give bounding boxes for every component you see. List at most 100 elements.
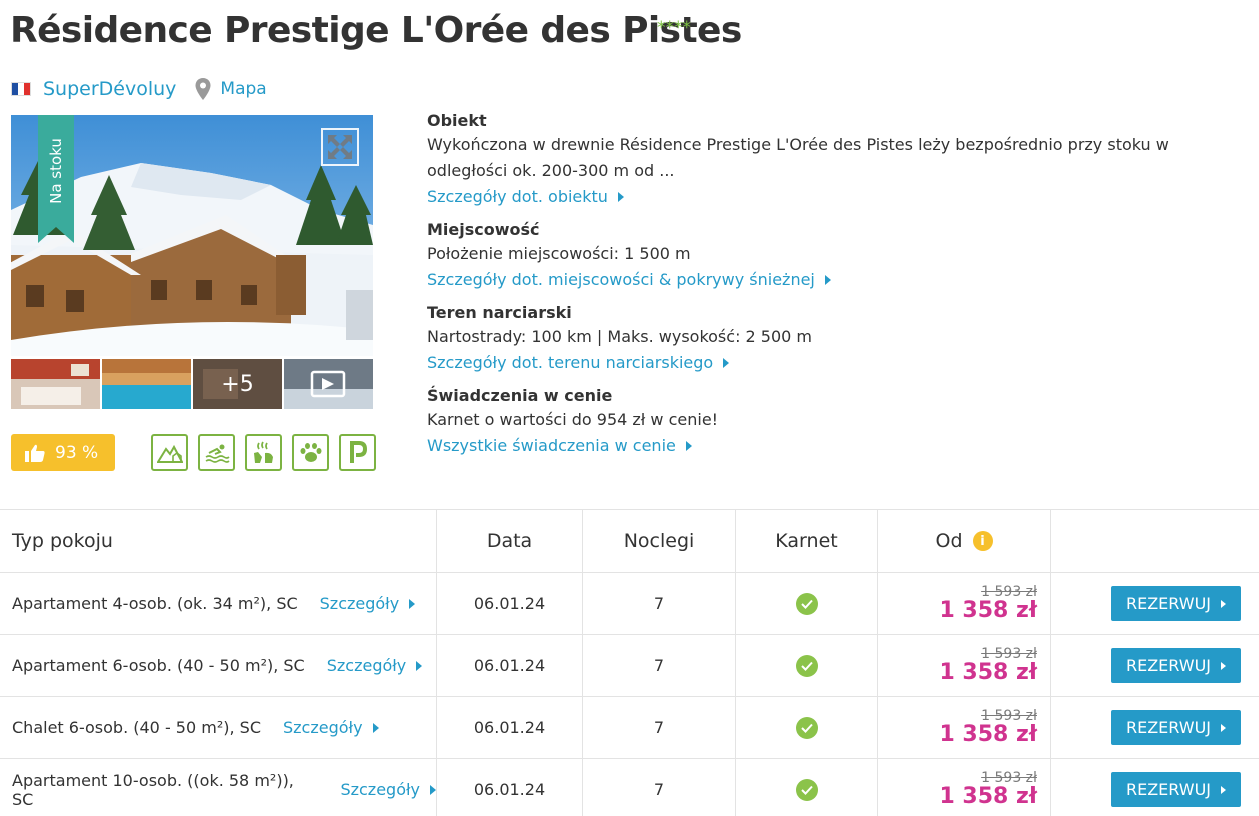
chevron-right-icon — [1221, 723, 1226, 732]
date-cell: 06.01.24 — [437, 759, 583, 816]
old-price: 1 593 zł — [981, 646, 1037, 662]
chevron-right-icon — [416, 660, 423, 671]
table-header: Typ pokoju Data Noclegi Karnet Od i — [0, 510, 1259, 573]
check-icon — [795, 716, 818, 739]
header-pass: Karnet — [736, 510, 878, 572]
current-price: 1 358 zł — [939, 660, 1037, 685]
section-text: Nartostrady: 100 km | Maks. wysokość: 2 … — [427, 327, 813, 346]
all-included-link[interactable]: Wszystkie świadczenia w cenie — [427, 433, 692, 459]
current-price: 1 358 zł — [939, 722, 1037, 747]
check-icon — [795, 778, 818, 801]
rating-value: 93 % — [55, 442, 99, 463]
france-flag-icon — [11, 82, 31, 96]
section-text: Karnet o wartości do 954 zł w cenie! — [427, 410, 719, 429]
room-details-link[interactable]: Szczegóły — [340, 780, 436, 799]
info-panel: Obiekt Wykończona w drewnie Résidence Pr… — [427, 110, 1247, 468]
old-price: 1 593 zł — [981, 770, 1037, 786]
nights-cell: 7 — [583, 635, 736, 696]
room-details-link[interactable]: Szczegóły — [327, 656, 423, 675]
ribbon-label: Na stoku — [47, 138, 66, 204]
thumbs-up-icon — [25, 444, 45, 462]
parking-icon — [339, 434, 376, 471]
chevron-right-icon — [1221, 661, 1226, 670]
header-from: Od i — [878, 510, 1051, 572]
table-row: Apartament 4-osob. (ok. 34 m²), SC Szcze… — [0, 573, 1259, 635]
room-type: Apartament 10-osob. ((ok. 58 m²)), SC — [12, 770, 294, 809]
table-row: Apartament 10-osob. ((ok. 58 m²)), SC Sz… — [0, 759, 1259, 816]
current-price: 1 358 zł — [939, 598, 1037, 623]
thumbnail-more[interactable]: +5 — [193, 359, 282, 409]
section-swiadczenia: Świadczenia w cenie Karnet o wartości do… — [427, 385, 1247, 459]
current-price: 1 358 zł — [939, 784, 1037, 809]
nights-cell: 7 — [583, 573, 736, 634]
chevron-right-icon — [617, 192, 624, 202]
swimming-icon — [198, 434, 235, 471]
location-row: SuperDévoluy Mapa — [11, 77, 267, 101]
price-block: 1 593 zł 1 358 zł — [939, 771, 1037, 808]
more-photos-count: +5 — [193, 359, 282, 409]
table-row: Chalet 6-osob. (40 - 50 m²), SC Szczegół… — [0, 697, 1259, 759]
pets-icon — [292, 434, 329, 471]
section-text: Wykończona w drewnie Résidence Prestige … — [427, 135, 1169, 180]
spa-icon — [245, 434, 282, 471]
room-details-link[interactable]: Szczegóły — [320, 594, 416, 613]
book-button[interactable]: REZERWUJ — [1111, 710, 1241, 745]
room-type: Apartament 4-osob. (ok. 34 m²), SC — [12, 594, 298, 613]
chevron-right-icon — [723, 358, 730, 368]
thumbnail-pool[interactable] — [102, 359, 191, 409]
amenities-list — [151, 434, 376, 471]
chevron-right-icon — [1221, 785, 1226, 794]
book-button[interactable]: REZERWUJ — [1111, 772, 1241, 807]
chevron-right-icon — [1221, 599, 1226, 608]
book-button[interactable]: REZERWUJ — [1111, 648, 1241, 683]
thumbnail-strip: +5 — [11, 359, 373, 409]
star-rating: **** — [657, 18, 691, 38]
details-resort-link[interactable]: Szczegóły dot. miejscowości & pokrywy śn… — [427, 267, 831, 293]
table-row: Apartament 6-osob. (40 - 50 m²), SC Szcz… — [0, 635, 1259, 697]
info-icon[interactable]: i — [972, 531, 993, 551]
price-block: 1 593 zł 1 358 zł — [939, 585, 1037, 622]
date-cell: 06.01.24 — [437, 573, 583, 634]
section-heading: Świadczenia w cenie — [427, 386, 613, 405]
section-heading: Miejscowość — [427, 220, 540, 239]
price-block: 1 593 zł 1 358 zł — [939, 647, 1037, 684]
check-icon — [795, 654, 818, 677]
check-icon — [795, 592, 818, 615]
region-link[interactable]: SuperDévoluy — [43, 78, 176, 100]
section-heading: Obiekt — [427, 111, 487, 130]
details-ski-area-link[interactable]: Szczegóły dot. terenu narciarskiego — [427, 350, 730, 376]
room-details-link[interactable]: Szczegóły — [283, 718, 379, 737]
map-link[interactable]: Mapa — [220, 79, 266, 99]
thumbnail-video[interactable] — [284, 359, 373, 409]
room-table: Typ pokoju Data Noclegi Karnet Od i Apar… — [0, 509, 1259, 816]
chevron-right-icon — [824, 275, 831, 285]
header-nights: Noclegi — [583, 510, 736, 572]
chevron-right-icon — [430, 784, 436, 795]
thumbnail-bedroom[interactable] — [11, 359, 100, 409]
header-action — [1051, 510, 1259, 572]
section-teren: Teren narciarski Nartostrady: 100 km | M… — [427, 302, 1247, 376]
section-text: Położenie miejscowości: 1 500 m — [427, 244, 691, 263]
header-date: Data — [437, 510, 583, 572]
mountain-icon — [151, 434, 188, 471]
price-block: 1 593 zł 1 358 zł — [939, 709, 1037, 746]
date-cell: 06.01.24 — [437, 635, 583, 696]
old-price: 1 593 zł — [981, 708, 1037, 724]
book-button[interactable]: REZERWUJ — [1111, 586, 1241, 621]
header-from-label: Od — [935, 530, 963, 552]
expand-icon[interactable] — [321, 128, 359, 166]
chevron-right-icon — [685, 441, 692, 451]
chevron-right-icon — [372, 722, 379, 733]
map-pin-icon[interactable] — [194, 77, 212, 101]
section-heading: Teren narciarski — [427, 303, 572, 322]
date-cell: 06.01.24 — [437, 697, 583, 758]
section-miejscowosc: Miejscowość Położenie miejscowości: 1 50… — [427, 219, 1247, 293]
hotel-title: Résidence Prestige L'Orée des Pistes — [10, 10, 742, 51]
room-type: Chalet 6-osob. (40 - 50 m²), SC — [12, 718, 261, 737]
nights-cell: 7 — [583, 759, 736, 816]
nights-cell: 7 — [583, 697, 736, 758]
chevron-right-icon — [409, 598, 416, 609]
rating-badge: 93 % — [11, 434, 115, 471]
details-object-link[interactable]: Szczegóły dot. obiektu — [427, 184, 624, 210]
old-price: 1 593 zł — [981, 584, 1037, 600]
